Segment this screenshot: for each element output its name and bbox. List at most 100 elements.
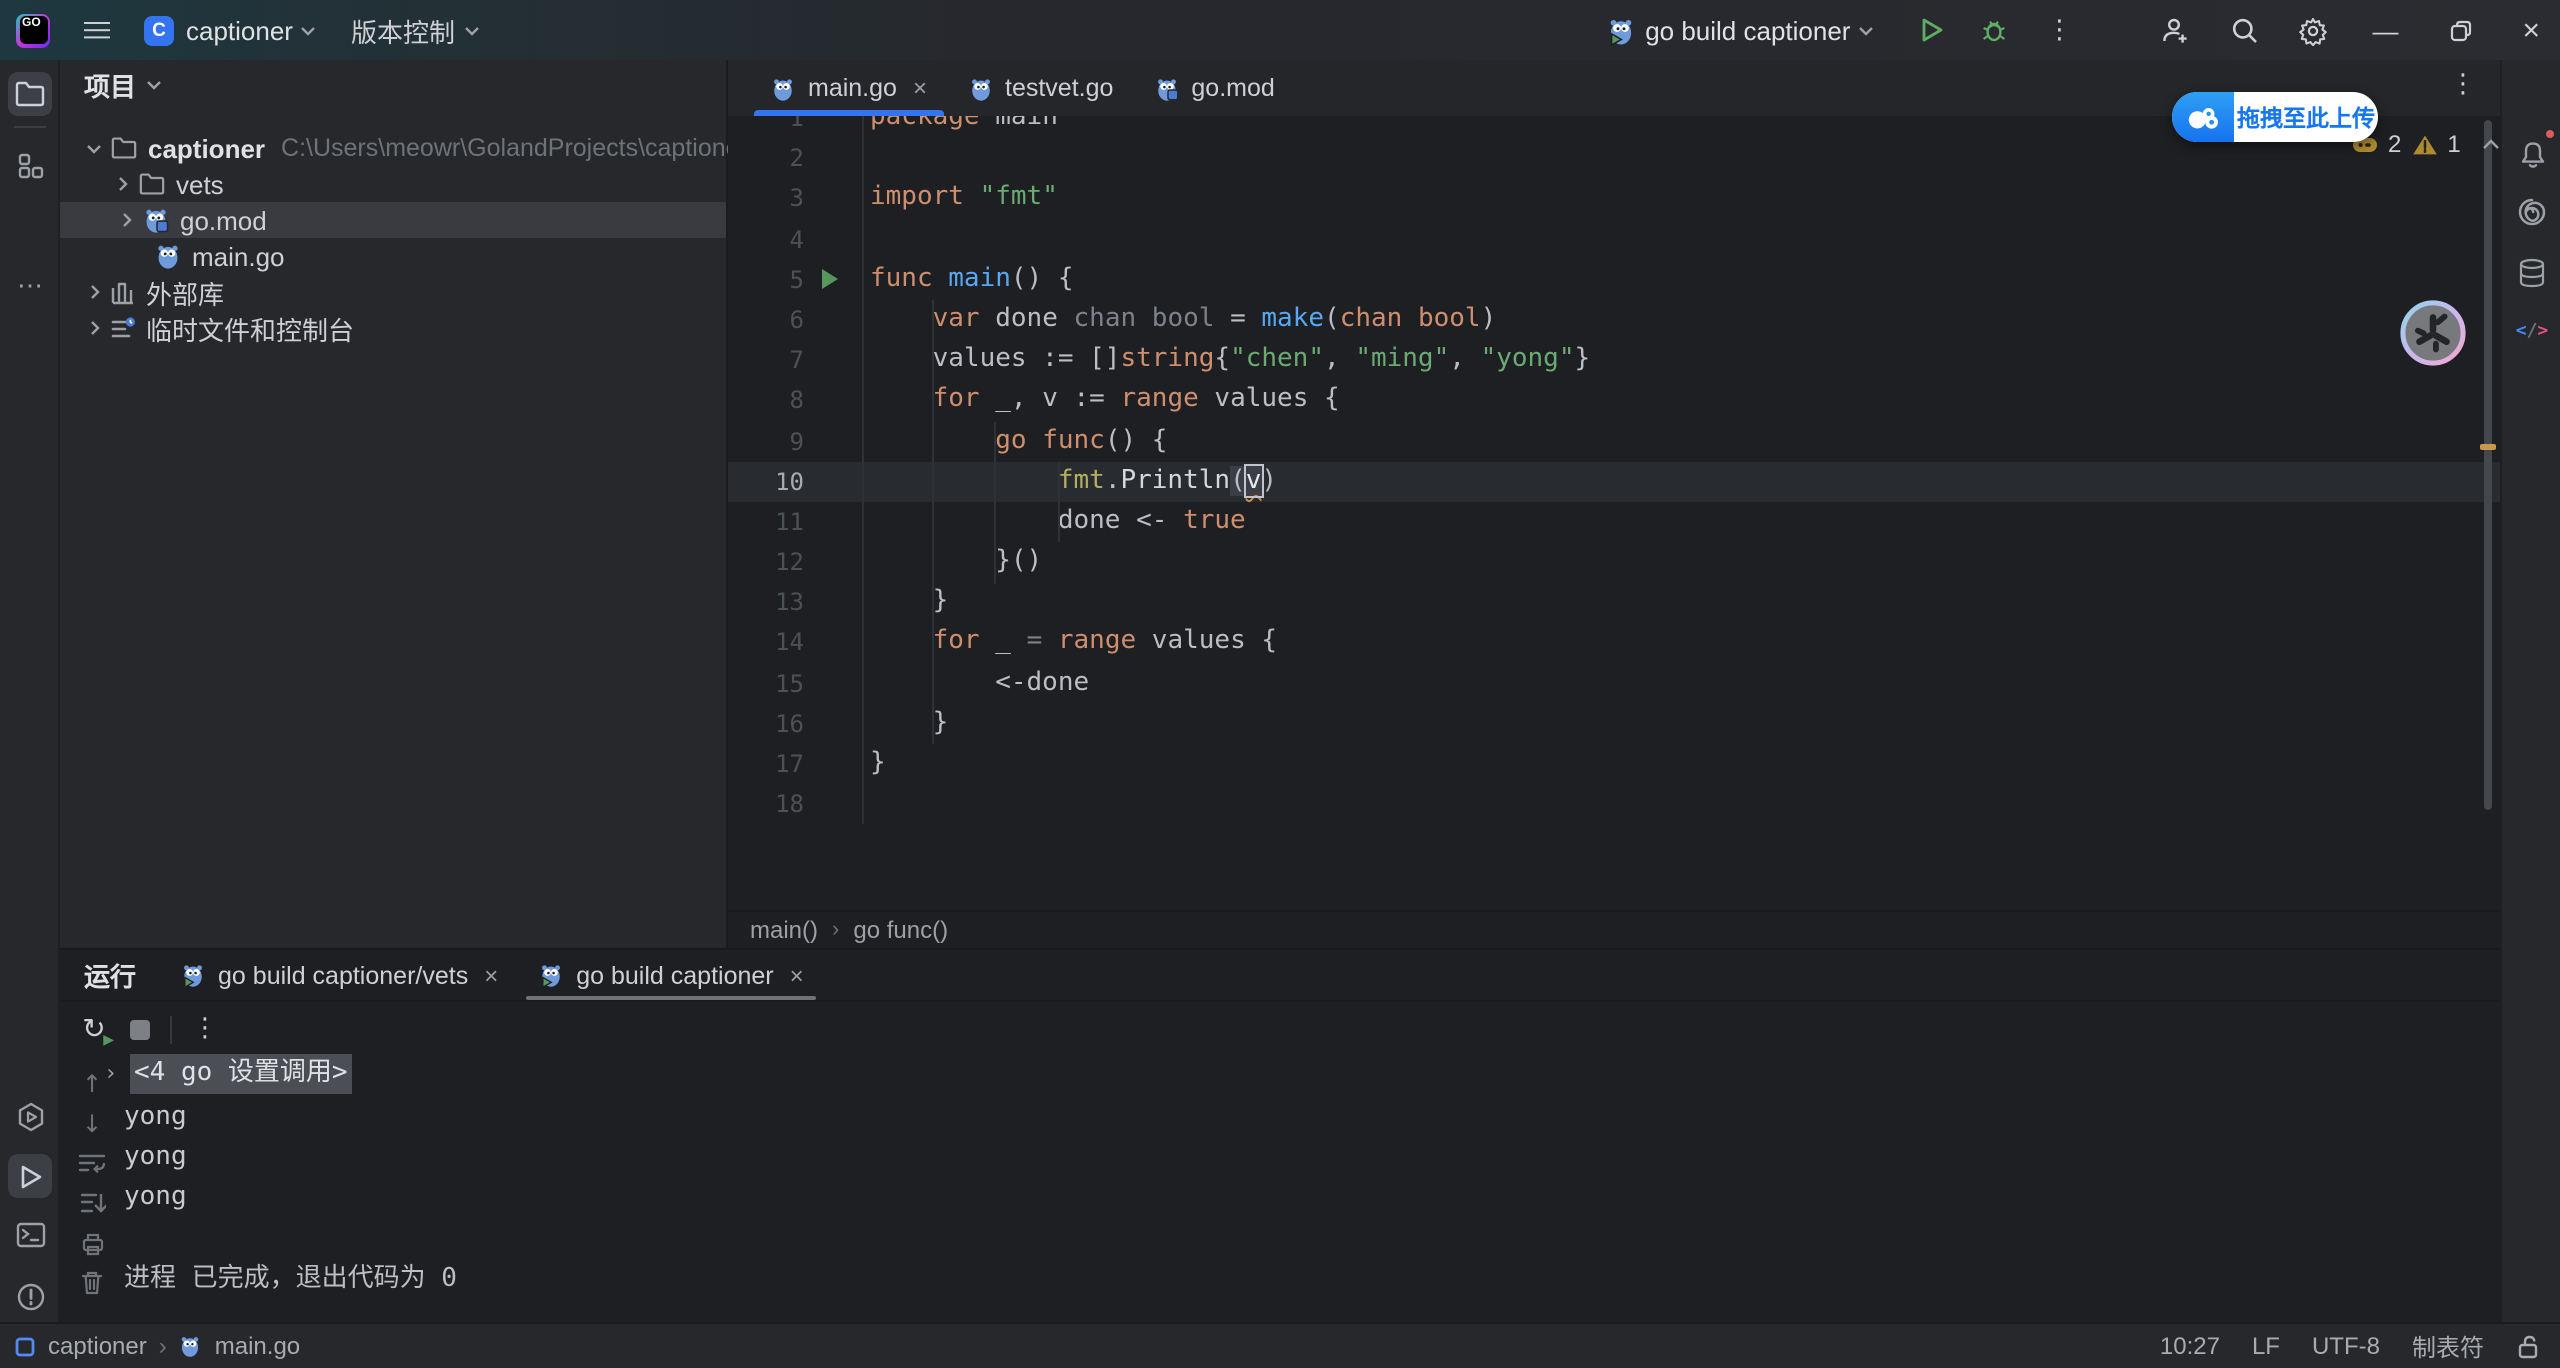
breadcrumb-main[interactable]: main()	[750, 916, 818, 944]
code-text[interactable]: }	[862, 704, 2500, 744]
database-tool-button[interactable]	[2510, 250, 2554, 294]
close-tab-icon[interactable]: ×	[484, 961, 498, 989]
debug-button[interactable]	[1980, 16, 2008, 44]
print-icon[interactable]	[79, 1230, 105, 1256]
code-line[interactable]: 16 }	[728, 704, 2500, 744]
minimize-window-button[interactable]: —	[2372, 15, 2398, 45]
code-text[interactable]: var done chan bool = make(chan bool)	[862, 300, 2500, 340]
code-text[interactable]: for _ = range values {	[862, 623, 2500, 663]
code-text[interactable]	[862, 219, 2500, 259]
breadcrumb-go-func[interactable]: go func()	[853, 916, 948, 944]
warning-stripe-mark[interactable]	[2480, 444, 2496, 450]
code-text[interactable]: for _, v := range values {	[862, 381, 2500, 421]
code-text[interactable]: fmt.Println(v)	[862, 461, 2500, 501]
code-text[interactable]: }	[862, 744, 2500, 784]
chevron-expanded-icon[interactable]	[84, 143, 104, 153]
code-text[interactable]: done <- true	[862, 502, 2500, 542]
ai-assistant-button[interactable]	[2510, 190, 2554, 234]
cursor-position-widget[interactable]: 10:27	[2160, 1332, 2220, 1360]
scroll-to-end-icon[interactable]	[79, 1190, 105, 1216]
code-text[interactable]: func main() {	[862, 260, 2500, 300]
tree-item-scratches[interactable]: 临时文件和控制台	[60, 310, 726, 346]
code-line[interactable]: 8 for _, v := range values {	[728, 381, 2500, 421]
close-tab-icon[interactable]: ×	[790, 961, 804, 989]
netdisk-upload-overlay[interactable]: 拖拽至此上传	[2172, 92, 2378, 142]
rerun-button[interactable]: ↻▶	[78, 1013, 110, 1045]
tab-go-mod[interactable]: go.mod	[1133, 60, 1294, 116]
editor-scrollbar[interactable]	[2484, 120, 2492, 810]
code-line[interactable]: 4	[728, 219, 2500, 259]
code-text[interactable]: import "fmt"	[862, 179, 2500, 219]
status-file-name[interactable]: main.go	[215, 1332, 300, 1360]
expand-command-chevron-icon[interactable]: ›	[104, 1054, 124, 1094]
chevron-collapsed-icon[interactable]	[112, 176, 132, 192]
restore-window-button[interactable]	[2450, 19, 2472, 41]
run-tab-captioner[interactable]: go build captioner ×	[518, 950, 823, 1000]
tree-item-main-go[interactable]: main.go	[60, 238, 726, 274]
run-button[interactable]	[1918, 16, 1946, 44]
prev-problem-chevron-up-icon[interactable]	[2483, 138, 2501, 150]
project-name-button[interactable]: captioner	[186, 15, 293, 45]
terminal-tool-button[interactable]	[8, 1212, 52, 1256]
code-line[interactable]: 7 values := []string{"chen", "ming", "yo…	[728, 340, 2500, 380]
clear-trash-icon[interactable]	[80, 1270, 104, 1296]
chevron-collapsed-icon[interactable]	[84, 284, 104, 300]
main-menu-icon[interactable]	[84, 21, 110, 39]
tree-item-captioner[interactable]: captioner C:\Users\meowr\GolandProjects\…	[60, 130, 726, 166]
code-text[interactable]	[862, 138, 2500, 178]
console[interactable]: ↑ ↓	[60, 1056, 2500, 1324]
code-line[interactable]: 2	[728, 138, 2500, 178]
tab-main-go[interactable]: main.go ×	[750, 60, 947, 116]
close-window-button[interactable]: ×	[2522, 13, 2540, 47]
text-caret[interactable]: v	[1246, 465, 1262, 495]
console-command-text[interactable]: <4 go 设置调用>	[130, 1054, 352, 1094]
status-project-name[interactable]: captioner	[48, 1332, 147, 1360]
vcs-menu-button[interactable]: 版本控制	[351, 11, 455, 49]
services-tool-button[interactable]	[8, 1094, 52, 1138]
run-tab-captioner-vets[interactable]: go build captioner/vets ×	[160, 950, 518, 1000]
up-arrow-icon[interactable]: ↑	[82, 1070, 102, 1096]
project-avatar[interactable]: C	[144, 15, 174, 45]
line-separator-widget[interactable]: LF	[2252, 1332, 2280, 1360]
encoding-widget[interactable]: UTF-8	[2312, 1332, 2380, 1360]
settings-gear-icon[interactable]	[2298, 15, 2328, 45]
code-with-me-button[interactable]: </>	[2510, 310, 2554, 354]
chevron-collapsed-icon[interactable]	[84, 320, 104, 336]
console-output[interactable]: › <4 go 设置调用> yong yong yong 进程 已完成，退出代码…	[124, 1056, 2500, 1324]
code-line[interactable]: 17}	[728, 744, 2500, 784]
console-options-kebab-icon[interactable]: ⋮	[192, 1016, 218, 1042]
floating-assistant-badge[interactable]	[2400, 300, 2466, 366]
add-user-button[interactable]	[2160, 15, 2190, 45]
code-line[interactable]: 14 for _ = range values {	[728, 623, 2500, 663]
code-editor[interactable]: 1package main23import "fmt"45func main()…	[728, 116, 2500, 910]
code-line[interactable]: 18	[728, 784, 2500, 824]
code-line[interactable]: 3import "fmt"	[728, 179, 2500, 219]
run-tool-button[interactable]	[8, 1154, 52, 1198]
problems-tool-button[interactable]	[8, 1274, 52, 1318]
unlock-icon[interactable]	[2516, 1333, 2540, 1359]
chevron-collapsed-icon[interactable]	[116, 212, 136, 228]
code-line[interactable]: 5func main() {	[728, 260, 2500, 300]
code-text[interactable]: }	[862, 583, 2500, 623]
tree-item-go-mod[interactable]: go.mod	[60, 202, 726, 238]
search-everywhere-icon[interactable]	[2230, 15, 2260, 45]
structure-tool-button[interactable]	[8, 144, 52, 188]
tab-testvet-go[interactable]: testvet.go	[947, 60, 1133, 116]
code-line[interactable]: 15 <-done	[728, 663, 2500, 703]
stop-button[interactable]	[130, 1019, 150, 1039]
code-line[interactable]: 6 var done chan bool = make(chan bool)	[728, 300, 2500, 340]
project-panel-header[interactable]: 项目	[60, 60, 726, 108]
notifications-bell-button[interactable]	[2510, 132, 2554, 176]
down-arrow-icon[interactable]: ↓	[82, 1110, 102, 1136]
soft-wrap-icon[interactable]	[78, 1150, 106, 1176]
code-text[interactable]: go func() {	[862, 421, 2500, 461]
indent-style-widget[interactable]: 制表符	[2412, 1329, 2484, 1363]
code-line[interactable]: 13 }	[728, 583, 2500, 623]
code-text[interactable]: }()	[862, 542, 2500, 582]
console-command-row[interactable]: › <4 go 设置调用>	[124, 1056, 2500, 1092]
run-gutter-play-icon[interactable]	[804, 260, 862, 300]
code-text[interactable]	[862, 784, 2500, 824]
close-tab-icon[interactable]: ×	[913, 74, 927, 102]
run-configuration-selector[interactable]: go build captioner	[1605, 15, 1874, 45]
code-text[interactable]: values := []string{"chen", "ming", "yong…	[862, 340, 2500, 380]
